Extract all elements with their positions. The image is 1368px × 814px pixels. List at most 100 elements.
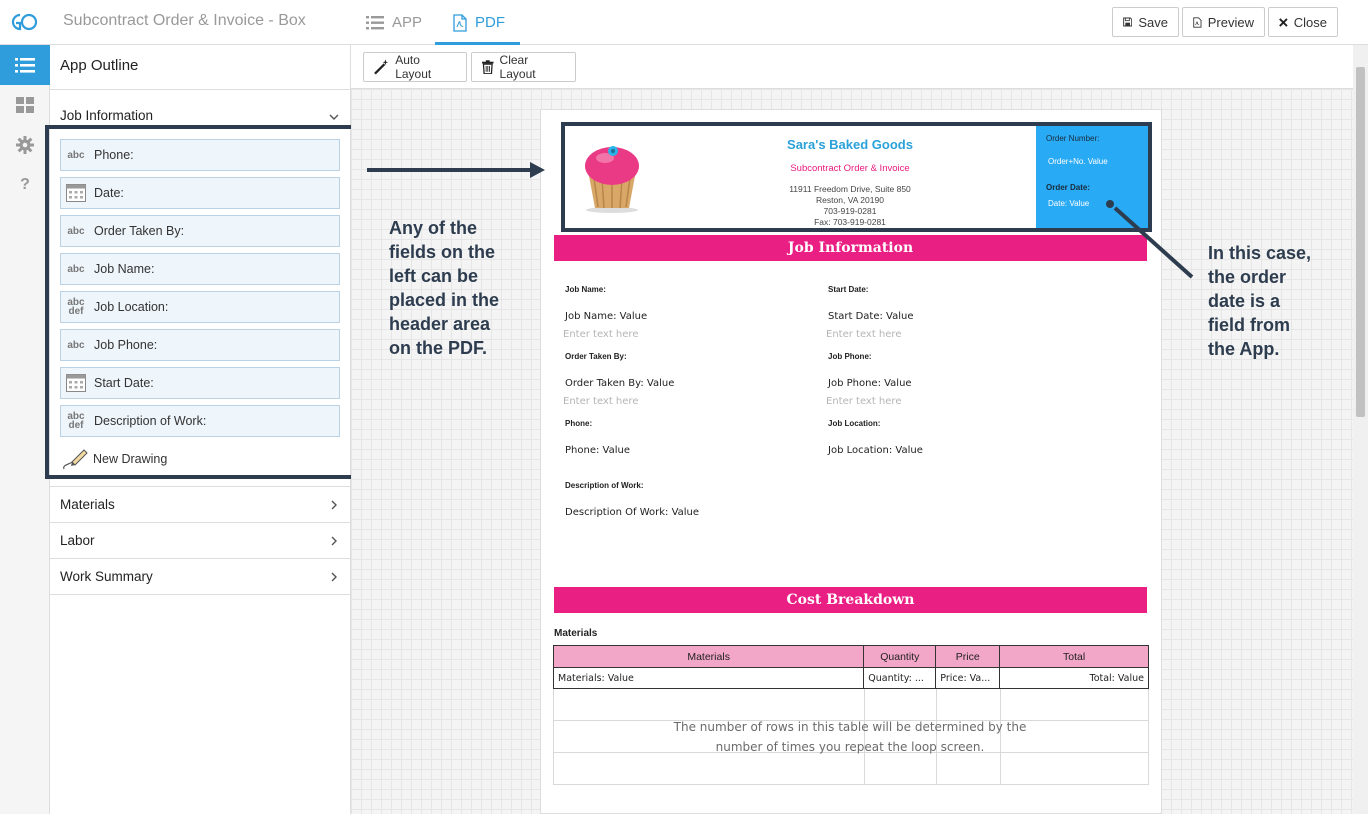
preview-button[interactable]: Preview — [1182, 7, 1265, 37]
order-taken-by-placeholder[interactable]: Enter text here — [563, 396, 638, 407]
annotation-line: Any of the — [389, 218, 477, 238]
document-subtitle: Subcontract Order & Invoice — [790, 163, 910, 174]
job-phone-value[interactable]: Job Phone: Value — [828, 378, 912, 389]
list-icon — [366, 15, 384, 29]
annotation-line: In this case, — [1208, 243, 1312, 263]
annotation-left-text: Any of the fields on the left can be pla… — [389, 216, 499, 360]
annotation-line: placed in the — [389, 290, 500, 310]
annotation-line: the App. — [1208, 339, 1280, 359]
close-label: Close — [1293, 14, 1327, 30]
rail-outline-button[interactable] — [0, 45, 56, 85]
address-line: 703-919-0281 — [823, 206, 877, 216]
gear-icon — [16, 136, 34, 154]
column-header: Total — [999, 645, 1149, 668]
section-materials[interactable]: Materials — [60, 497, 115, 512]
order-date-label: Order Date: — [1046, 183, 1091, 192]
section-job-information[interactable]: Job Information — [60, 108, 153, 123]
table-cell[interactable]: Quantity: ... — [863, 667, 937, 689]
tab-pdf-label: PDF — [475, 14, 505, 31]
job-location-label: Job Location: — [828, 419, 881, 428]
job-location-value[interactable]: Job Location: Value — [828, 445, 923, 456]
section-work-summary[interactable]: Work Summary — [60, 569, 153, 584]
loop-note-line: number of times you repeat the loop scre… — [715, 740, 985, 754]
trash-icon — [482, 60, 494, 74]
start-date-placeholder[interactable]: Enter text here — [826, 329, 901, 340]
order-taken-by-value[interactable]: Order Taken By: Value — [565, 378, 674, 389]
annotation-line: field from — [1208, 315, 1291, 335]
job-name-label: Job Name: — [565, 285, 606, 294]
table-cell[interactable]: Total: Value — [999, 667, 1149, 689]
section-labor[interactable]: Labor — [60, 533, 95, 548]
column-header: Price — [935, 645, 1001, 668]
cost-breakdown-section-header: Cost Breakdown — [554, 587, 1147, 613]
rail-help-button[interactable]: ? — [0, 165, 50, 205]
auto-layout-label: Auto Layout — [395, 53, 432, 81]
annotation-line: fields on the — [389, 242, 496, 262]
scrollbar-thumb[interactable] — [1356, 67, 1365, 417]
job-phone-placeholder[interactable]: Enter text here — [826, 396, 901, 407]
table-row[interactable]: Materials: Value Quantity: ... Price: Va… — [552, 667, 1149, 689]
tab-pdf[interactable]: PDF — [435, 0, 520, 45]
materials-table[interactable]: Materials Quantity Price Total Materials… — [552, 645, 1149, 689]
clear-layout-label: Clear Layout — [499, 53, 536, 81]
address-line: 11911 Freedom Drive, Suite 850 — [789, 184, 911, 194]
divider — [50, 558, 351, 559]
table-cell[interactable]: Price: Va... — [935, 667, 1001, 689]
close-icon — [1279, 17, 1288, 27]
table-header-row: Materials Quantity Price Total — [552, 645, 1149, 668]
layout-toolbar: Auto Layout Clear Layout — [351, 45, 1353, 89]
phone-value[interactable]: Phone: Value — [565, 445, 630, 456]
job-information-section-header: Job Information — [554, 235, 1147, 261]
start-date-label: Start Date: — [828, 285, 869, 294]
clear-layout-button[interactable]: Clear Layout — [471, 52, 576, 82]
rail-settings-button[interactable] — [0, 125, 50, 165]
save-button[interactable]: Save — [1112, 7, 1179, 37]
magic-wand-icon — [374, 59, 389, 75]
annotation-highlight-box-fields — [45, 125, 360, 479]
pdf-file-icon — [453, 13, 467, 32]
job-phone-label: Job Phone: — [828, 352, 872, 361]
chevron-right-icon[interactable] — [328, 571, 340, 583]
address-line: Fax: 703-919-0281 — [814, 217, 886, 227]
outline-title: App Outline — [60, 57, 139, 74]
grid-icon — [16, 97, 34, 113]
help-icon: ? — [20, 176, 30, 193]
tab-app[interactable]: APP — [366, 0, 422, 45]
chevron-right-icon[interactable] — [328, 535, 340, 547]
top-bar: Subcontract Order & Invoice - Box APP PD… — [0, 0, 1368, 45]
phone-label: Phone: — [565, 419, 593, 428]
list-icon — [15, 57, 35, 73]
description-of-work-value[interactable]: Description Of Work: Value — [565, 507, 699, 518]
job-name-placeholder[interactable]: Enter text here — [563, 329, 638, 340]
divider — [50, 486, 351, 487]
order-number-value[interactable]: Order+No. Value — [1048, 157, 1108, 166]
preview-label: Preview — [1207, 14, 1254, 30]
column-header: Materials — [552, 645, 865, 668]
annotation-line: header area — [389, 314, 491, 334]
column-header: Quantity — [863, 645, 937, 668]
annotation-line: the order — [1208, 267, 1287, 287]
chevron-right-icon[interactable] — [328, 499, 340, 511]
rail-grid-button[interactable] — [0, 85, 50, 125]
table-cell[interactable]: Materials: Value — [552, 667, 865, 689]
annotation-line: date is a — [1208, 291, 1281, 311]
goformz-logo[interactable] — [8, 9, 38, 35]
job-name-value[interactable]: Job Name: Value — [565, 311, 647, 322]
order-taken-by-label: Order Taken By: — [565, 352, 627, 361]
start-date-value[interactable]: Start Date: Value — [828, 311, 914, 322]
description-of-work-label: Description of Work: — [565, 481, 644, 490]
divider — [50, 522, 351, 523]
materials-table-title: Materials — [554, 628, 598, 639]
tab-app-label: APP — [392, 14, 423, 31]
loop-note-line: The number of rows in this table will be… — [673, 720, 1027, 734]
close-button[interactable]: Close — [1268, 7, 1338, 37]
annotation-line: on the PDF. — [389, 338, 487, 358]
floppy-icon — [1123, 17, 1133, 27]
annotation-right-text: In this case, the order date is a field … — [1208, 241, 1311, 361]
chevron-down-icon[interactable] — [328, 111, 340, 123]
order-date-value[interactable]: Date: Value — [1048, 199, 1089, 208]
auto-layout-button[interactable]: Auto Layout — [363, 52, 467, 82]
save-label: Save — [1138, 14, 1168, 30]
address-line: Reston, VA 20190 — [816, 195, 884, 205]
vertical-scrollbar[interactable] — [1353, 45, 1368, 814]
